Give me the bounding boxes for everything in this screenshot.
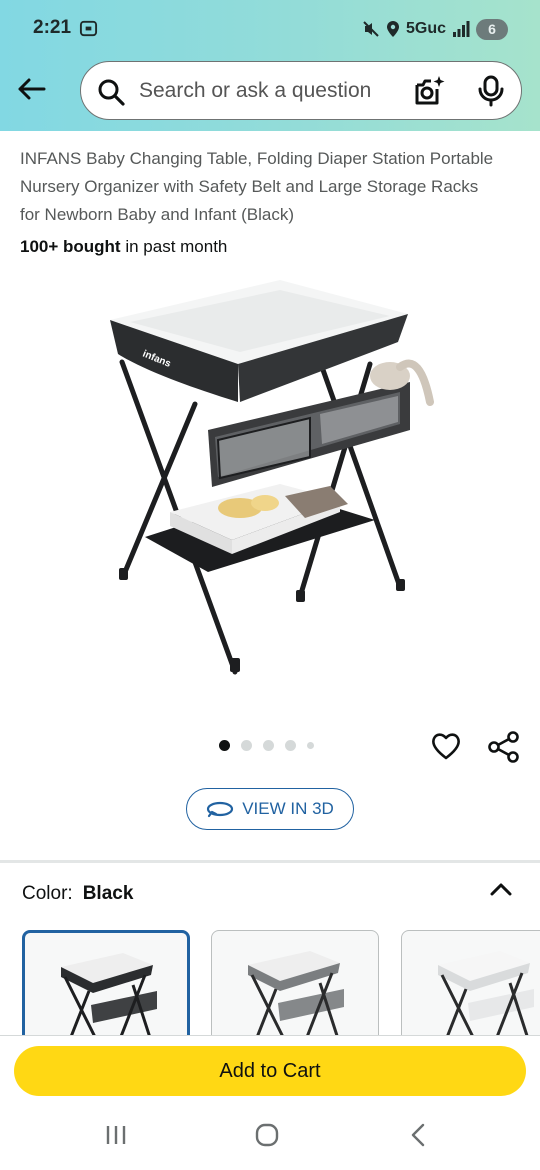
product-image[interactable]: infans xyxy=(100,272,440,692)
bought-period: in past month xyxy=(120,237,228,256)
pagination-dot[interactable] xyxy=(307,742,314,749)
share-icon[interactable] xyxy=(487,730,521,764)
color-value: Black xyxy=(82,883,134,904)
pagination-dot[interactable] xyxy=(241,740,252,751)
network-label: 5Guc xyxy=(405,20,446,37)
table-feet xyxy=(119,568,405,672)
pagination-dot[interactable] xyxy=(263,740,274,751)
swatch-image xyxy=(248,951,344,1045)
mute-icon xyxy=(363,21,379,37)
screenshot-icon xyxy=(79,20,98,37)
system-nav-bar xyxy=(0,1098,540,1170)
pagination-dot[interactable] xyxy=(219,740,230,751)
microphone-icon[interactable] xyxy=(477,75,505,107)
nav-back-icon[interactable] xyxy=(408,1123,430,1147)
search-input[interactable] xyxy=(139,62,401,119)
heart-icon[interactable] xyxy=(430,730,462,762)
pagination-dot[interactable] xyxy=(285,740,296,751)
status-bar: 2:21 5Guc 6 xyxy=(0,0,540,58)
battery-indicator: 6 xyxy=(476,18,508,40)
location-icon xyxy=(386,21,399,37)
color-swatch-gray[interactable] xyxy=(211,930,379,1050)
add-to-cart-button[interactable]: Add to Cart xyxy=(14,1046,526,1096)
color-swatch-white[interactable] xyxy=(401,930,540,1050)
product-page: 2:21 5Guc 6 Search or ask a question INF… xyxy=(0,0,540,1170)
back-button[interactable] xyxy=(14,72,48,106)
view-in-3d-button[interactable]: VIEW IN 3D xyxy=(186,788,354,830)
recent-apps-icon[interactable] xyxy=(104,1124,128,1146)
back-arrow-icon xyxy=(18,78,46,100)
bought-count: 100+ bought xyxy=(20,237,121,256)
purchase-count: 100+ bought in past month xyxy=(20,237,227,257)
section-divider xyxy=(0,860,540,863)
camera-search-icon[interactable] xyxy=(413,75,445,107)
status-time: 2:21 xyxy=(33,17,72,38)
color-selector-header: Color: Black xyxy=(22,883,133,905)
search-bar[interactable] xyxy=(80,61,522,120)
view-in-3d-label: VIEW IN 3D xyxy=(242,799,334,818)
signal-icon xyxy=(453,21,470,37)
product-title[interactable]: INFANS Baby Changing Table, Folding Diap… xyxy=(20,145,500,229)
rotate-3d-icon xyxy=(207,801,234,818)
image-pagination xyxy=(219,740,314,751)
search-icon xyxy=(98,79,125,106)
header: 2:21 5Guc 6 xyxy=(0,0,540,131)
swatch-image xyxy=(438,951,534,1045)
color-swatch-black[interactable] xyxy=(22,930,190,1050)
home-icon[interactable] xyxy=(255,1123,279,1147)
chevron-up-icon[interactable] xyxy=(488,878,514,900)
color-label: Color: xyxy=(22,883,73,904)
swatch-image xyxy=(61,953,157,1047)
status-icons: 5Guc 6 xyxy=(362,16,508,42)
